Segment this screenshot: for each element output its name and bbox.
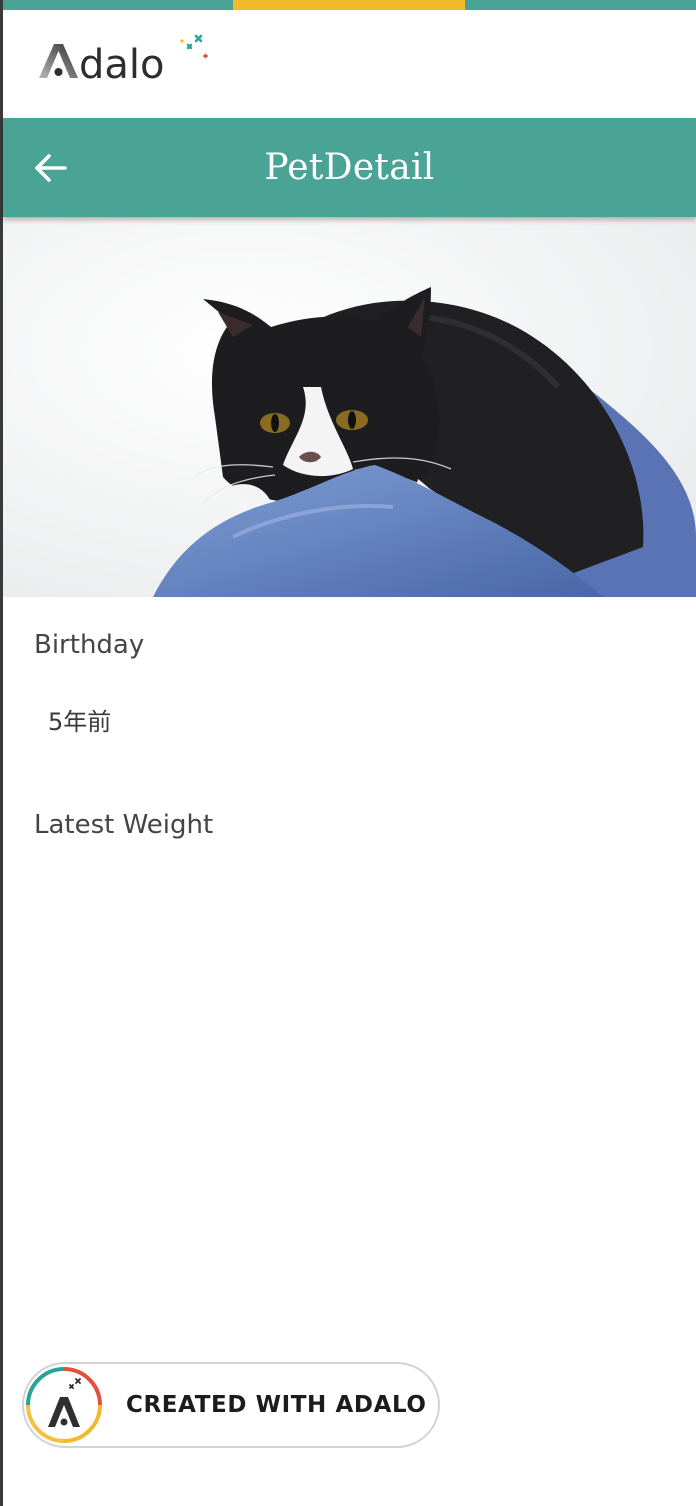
created-with-adalo-badge[interactable]: CREATED WITH ADALO [22, 1362, 440, 1448]
adalo-logo-icon [26, 1367, 102, 1443]
app-screen: dalo PetDetail Birthday 5年前 Latest Weigh… [0, 0, 696, 1506]
brand-header: dalo [3, 10, 696, 118]
back-button[interactable] [27, 144, 75, 192]
nav-bar: PetDetail [3, 118, 696, 217]
page-title: PetDetail [264, 147, 435, 188]
top-color-stripe [3, 0, 696, 10]
birthday-label: Birthday [34, 630, 145, 660]
pet-photo [3, 217, 696, 597]
latest-weight-label: Latest Weight [34, 810, 214, 840]
adalo-logo: dalo [39, 34, 208, 88]
arrow-left-icon [35, 154, 67, 182]
badge-label: CREATED WITH ADALO [126, 1392, 427, 1418]
cat-photo [3, 217, 696, 597]
birthday-value: 5年前 [48, 708, 112, 736]
svg-text:dalo: dalo [79, 42, 165, 88]
